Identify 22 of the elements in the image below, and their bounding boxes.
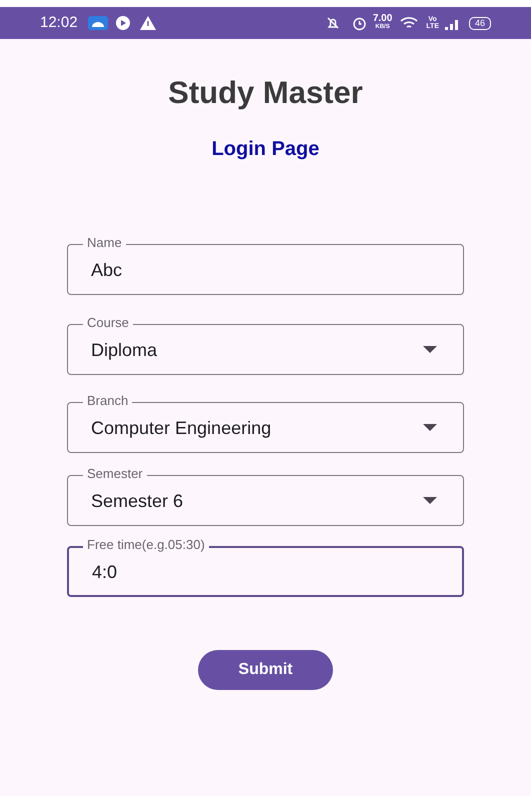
field-value: Diploma [91, 338, 158, 362]
dropdown-arrow-icon [423, 346, 437, 352]
dropdown-arrow-icon [423, 424, 437, 430]
submit-button[interactable]: Submit [198, 650, 333, 690]
status-time: 12:02 [40, 12, 78, 33]
battery-indicator: 46 [468, 16, 491, 30]
field-label: Branch [83, 392, 132, 408]
field-label: Course [83, 314, 133, 330]
app-title: Study Master [167, 74, 364, 112]
field-value: Computer Engineering [91, 416, 272, 440]
page-subtitle: Login Page [210, 136, 320, 162]
alarm-icon [352, 16, 367, 30]
field-label: Free time(e.g.05:30) [83, 536, 209, 552]
field-label: Semester [83, 466, 147, 482]
network-speed: 7.00 [372, 15, 392, 23]
play-icon [116, 16, 130, 30]
warning-icon [140, 16, 156, 30]
field-value: Abc [91, 258, 124, 282]
field-value: 4:0 [92, 560, 118, 584]
field-value: Semester 6 [91, 490, 184, 512]
dropdown-arrow-icon [423, 496, 437, 504]
wifi-icon [400, 16, 420, 30]
